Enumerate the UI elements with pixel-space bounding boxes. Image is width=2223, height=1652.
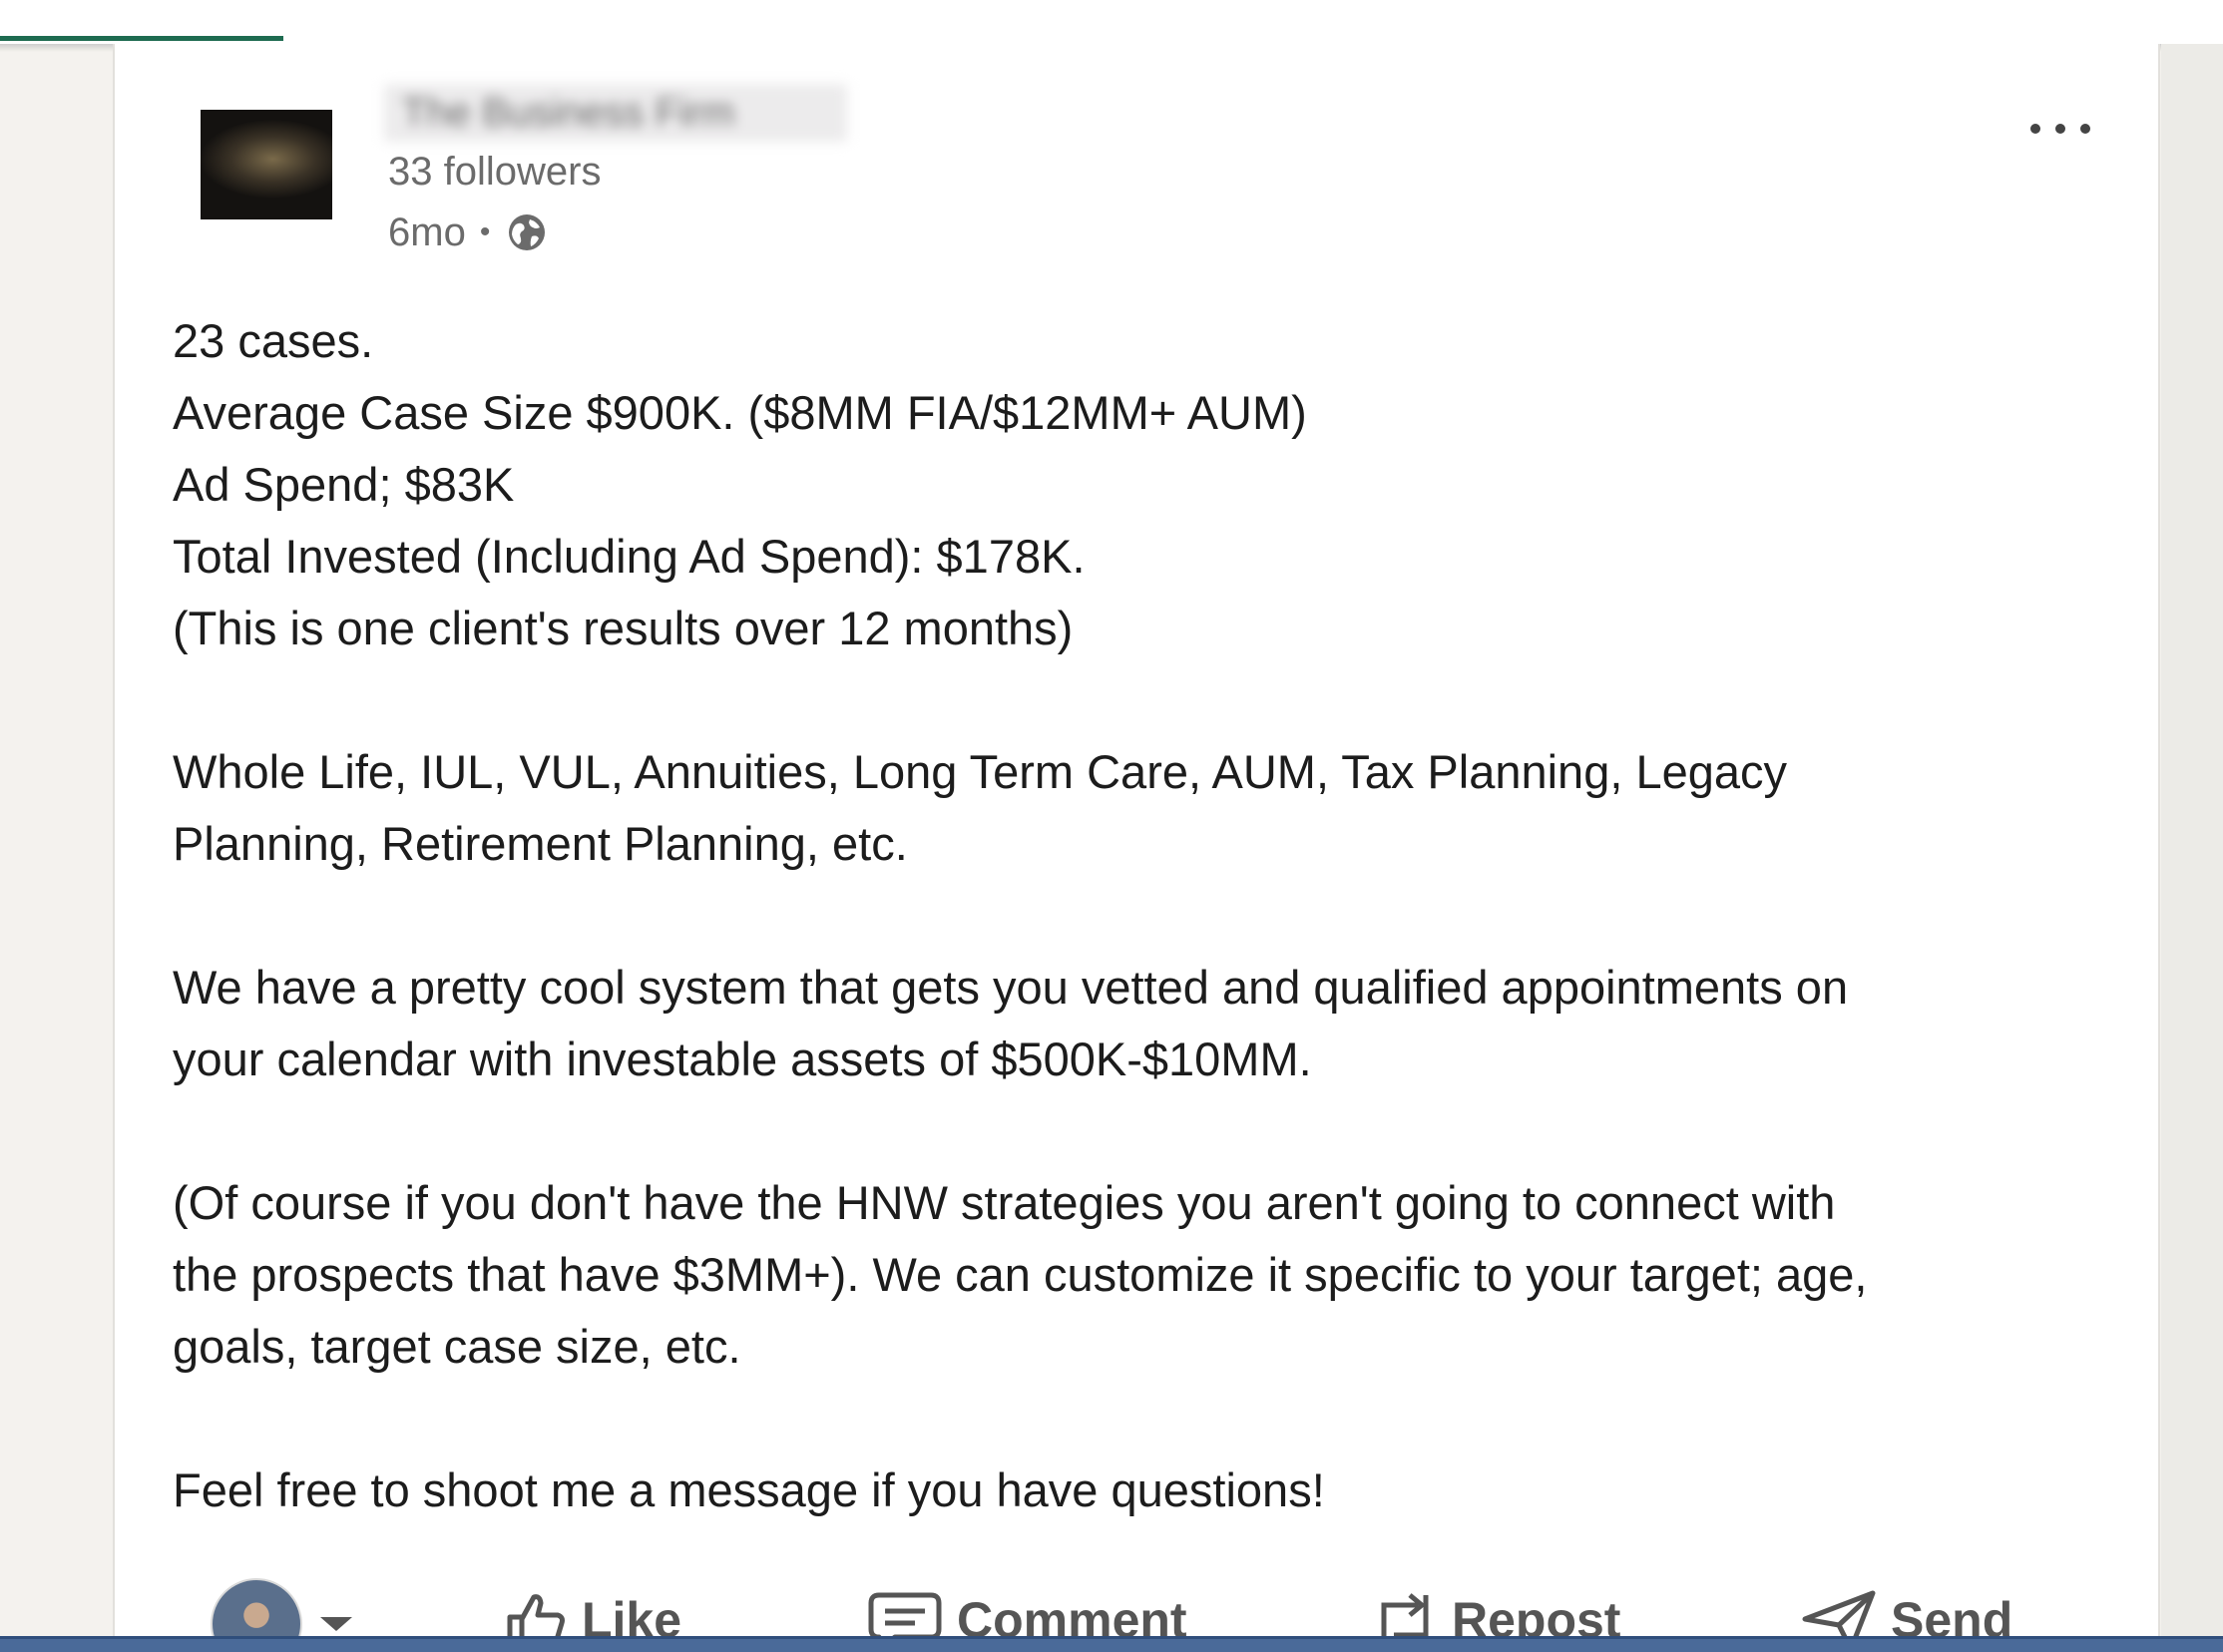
post-line: (This is one client's results over 12 mo… [173,602,1074,654]
ellipsis-dot [2055,124,2065,134]
chevron-down-icon [320,1617,352,1631]
page-background-strip [2161,44,2223,1640]
post-line: Total Invested (Including Ad Spend): $17… [173,530,1086,583]
post-line: goals, target case size, etc. [173,1320,741,1373]
post-meta: 6mo • [388,207,552,257]
ellipsis-dot [2080,124,2090,134]
post-line: 23 cases. [173,314,374,367]
post-line: Planning, Retirement Planning, etc. [173,817,908,870]
post-line: your calendar with investable assets of … [173,1032,1312,1085]
ellipsis-icon [2030,124,2040,134]
more-options-button[interactable] [2030,114,2090,144]
post-line: Average Case Size $900K. ($8MM FIA/$12MM… [173,386,1307,439]
meta-separator: • [479,215,491,248]
top-navigation-bar [0,0,2223,44]
window-bottom-edge [0,1636,2223,1652]
post-line: Ad Spend; $83K [173,458,515,511]
post-timestamp: 6mo [388,209,466,254]
post-line: Whole Life, IUL, VUL, Annuities, Long Te… [173,745,1788,798]
post-text: 23 cases. Average Case Size $900K. ($8MM… [173,305,2128,1526]
post-line: (Of course if you don't have the HNW str… [173,1176,1836,1229]
globe-icon [502,207,552,257]
active-tab-indicator [0,36,283,41]
company-name[interactable]: The Business Firm [384,84,847,142]
post-line: Feel free to shoot me a message if you h… [173,1463,1325,1516]
company-logo[interactable] [201,110,332,219]
post-line: the prospects that have $3MM+). We can c… [173,1248,1868,1301]
post-line: We have a pretty cool system that gets y… [173,961,1849,1014]
followers-count: 33 followers [388,150,602,194]
post-card: The Business Firm 33 followers 6mo • 23 … [113,44,2160,1652]
